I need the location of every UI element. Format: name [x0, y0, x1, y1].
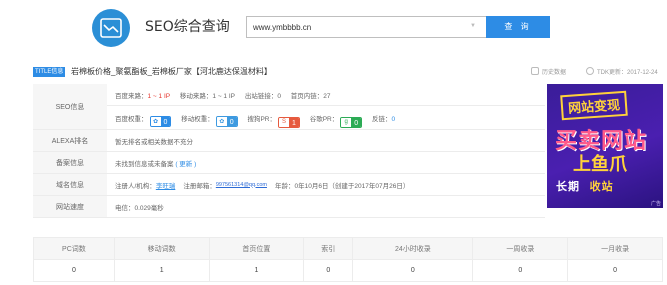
stats-value: 0	[33, 259, 115, 282]
homepage-links-label: 首页内链：	[290, 93, 324, 100]
speed-row: 网站速度 电信：0.029毫秒	[33, 196, 545, 218]
seo-weight-line: 百度权重： ✿ 0 移动权重： ✿ 0 搜狗PR： S 1 谷歌PR： g 0 反链：0	[115, 113, 395, 128]
refresh-icon	[586, 67, 594, 75]
search-button[interactable]: 查 询	[486, 16, 550, 38]
stats-header: 一周收录	[472, 237, 569, 260]
sogou-icon: S	[278, 117, 289, 127]
ad-line4: 长期 收站	[556, 178, 614, 194]
baidu-weight-label: 百度权重：	[115, 116, 148, 123]
stats-header: PC词数	[33, 237, 115, 260]
ad-tag: 广告	[650, 201, 661, 207]
google-icon: g	[341, 117, 352, 127]
age-label: 年龄：	[274, 182, 295, 190]
seo-label: SEO信息	[33, 84, 107, 129]
sogou-pr-label: 搜狗PR：	[247, 116, 276, 123]
seo-traffic-line: 百度来路：1 ~ 1 IP 移动来路：1 ~ 1 IP 出站链接：0 首页内链：…	[115, 90, 330, 100]
ad-banner[interactable]: 网站变现 买卖网站 上鱼爪 长期 收站 广告	[547, 84, 663, 208]
ad-line4a: 长期	[556, 180, 580, 193]
paw-icon: ✿	[150, 117, 161, 126]
outbound-label: 出站链接：	[244, 93, 278, 100]
info-table: SEO信息 百度来路：1 ~ 1 IP 移动来路：1 ~ 1 IP 出站链接：0…	[33, 84, 545, 218]
mobile-weight-label: 移动权重：	[181, 116, 214, 123]
history-data-link[interactable]: 历史数据	[531, 67, 566, 76]
stats-table: PC词数 移动词数 首页位置 索引 24小时收录 一周收录 一月收录 0 1 1…	[33, 237, 663, 282]
domain-value-line: 注册人/机构： 李旺瑞 注册邮箱： 997561314@qq.com 年龄： 0年10…	[115, 174, 409, 195]
ad-line3: 上鱼爪	[573, 154, 627, 175]
email-link[interactable]: 997561314@qq.com	[216, 182, 267, 188]
beian-value: 未找到信息或未备案	[115, 160, 174, 168]
speed-label: 网站速度	[33, 196, 107, 217]
mobile-paw-icon: ✿	[216, 117, 227, 126]
baidu-traffic-value: 1 ~ 1 IP	[147, 93, 171, 100]
beian-update-link[interactable]: ( 更新 )	[175, 158, 196, 168]
seo-row: SEO信息 百度来路：1 ~ 1 IP 移动来路：1 ~ 1 IP 出站链接：0…	[33, 84, 545, 130]
backlinks-label: 反链：	[371, 116, 392, 123]
stats-value: 1	[113, 259, 210, 282]
baidu-weight-badge[interactable]: ✿ 0	[149, 116, 172, 127]
tdk-update[interactable]: TDK更新：2017-12-24	[586, 67, 658, 76]
sogou-pr-value: 1	[288, 117, 299, 127]
alexa-label: ALEXA排名	[33, 130, 107, 151]
stats-value: 0	[567, 259, 663, 282]
stats-value: 0	[352, 259, 474, 282]
stats-value: 1	[208, 259, 305, 282]
domain-label: 域名信息	[33, 174, 107, 195]
mobile-weight-value: 0	[226, 117, 237, 126]
beian-label: 备案信息	[33, 152, 107, 173]
beian-value-line: 未找到信息或未备案 ( 更新 )	[115, 152, 196, 173]
registrant-label: 注册人/机构：	[115, 182, 156, 190]
speed-value: 电信：0.029毫秒	[115, 204, 164, 212]
title-row: TITLE信息 岩棉板价格_聚氨酯板_岩棉板厂家【河北鹿达保温材料】 历史数据 …	[33, 64, 663, 80]
registrant-link[interactable]: 李旺瑞	[156, 180, 176, 190]
stats-header: 一月收录	[567, 237, 663, 260]
stats-header: 首页位置	[208, 237, 305, 260]
domain-row: 域名信息 注册人/机构： 李旺瑞 注册邮箱： 997561314@qq.com 年龄…	[33, 174, 545, 196]
stats-header: 24小时收录	[352, 237, 474, 260]
mobile-traffic-value: 1 ~ 1 IP	[212, 93, 235, 100]
page-title-text: 岩棉板价格_聚氨酯板_岩棉板厂家【河北鹿达保温材料】	[71, 67, 272, 76]
dropdown-caret-icon[interactable]: ▼	[470, 23, 476, 29]
ad-line1: 网站变现	[560, 90, 628, 121]
history-label: 历史数据	[542, 70, 567, 76]
baidu-traffic-label: 百度来路：	[115, 93, 148, 100]
divider	[107, 105, 545, 106]
google-pr-value: 0	[351, 117, 362, 127]
outbound-value: 0	[277, 93, 281, 100]
backlinks-value[interactable]: 0	[391, 116, 395, 123]
site-title: SEO综合查询	[145, 19, 230, 35]
stats-value-row: 0 1 1 0 0 0 0	[33, 259, 663, 282]
stats-value: 0	[303, 259, 354, 282]
alexa-row: ALEXA排名 暂无排名或相关数据不充分	[33, 130, 545, 152]
mobile-traffic-label: 移动来路：	[179, 93, 213, 100]
ad-line4b: 收站	[589, 180, 614, 193]
beian-row: 备案信息 未找到信息或未备案 ( 更新 )	[33, 152, 545, 174]
google-pr-label: 谷歌PR：	[309, 116, 339, 123]
mobile-weight-badge[interactable]: ✿ 0	[215, 116, 238, 127]
alexa-value: 暂无排名或相关数据不充分	[115, 138, 193, 146]
header: SEO综合查询 ▼ 查 询	[0, 0, 667, 58]
sogou-pr-badge[interactable]: S1	[277, 116, 300, 128]
search-input[interactable]	[247, 17, 473, 37]
email-label: 注册邮箱：	[183, 182, 216, 190]
stats-value: 0	[472, 259, 569, 282]
stats-header: 移动词数	[113, 237, 210, 260]
google-pr-badge[interactable]: g0	[340, 116, 363, 128]
history-icon	[531, 67, 539, 75]
chart-icon	[92, 9, 130, 47]
search-box[interactable]: ▼	[246, 16, 486, 38]
age-value: 0年10月6日（创建于2017年07月26日）	[294, 182, 410, 190]
stats-header: 索引	[303, 237, 354, 260]
baidu-weight-value: 0	[160, 117, 171, 126]
homepage-links-value: 27	[323, 93, 331, 100]
title-tag: TITLE信息	[33, 67, 66, 77]
tdk-label: TDK更新：2017-12-24	[597, 70, 658, 76]
stats-header-row: PC词数 移动词数 首页位置 索引 24小时收录 一周收录 一月收录	[33, 237, 663, 260]
